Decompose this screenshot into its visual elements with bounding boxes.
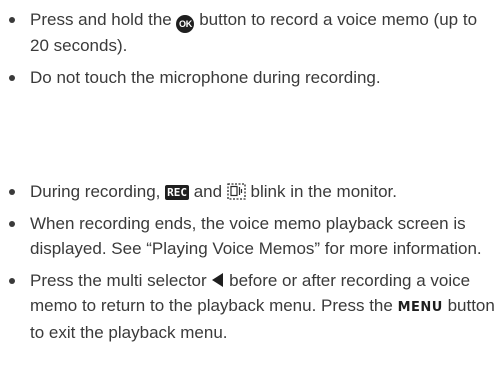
text-segment: During recording, (30, 182, 166, 201)
text-segment: Do not touch the microphone during recor… (30, 68, 381, 87)
recording-steps-list: Press and hold the OK button to record a… (0, 7, 480, 90)
text-segment: Press the multi selector (30, 271, 212, 290)
text-segment: Press and hold the (30, 10, 177, 29)
bullet-dot (9, 221, 15, 227)
bullet-dot (9, 75, 15, 81)
multi-selector-left-icon (212, 273, 224, 287)
text-segment: and (189, 182, 227, 201)
list-item-return-menu: Press the multi selector before or after… (0, 268, 496, 345)
list-item-recording-indicators: During recording, REC and blink in the m… (0, 179, 496, 204)
menu-button-icon: MENU (397, 300, 443, 315)
text-segment: When recording ends, the voice memo play… (30, 214, 482, 258)
recording-notes-list: During recording, REC and blink in the m… (0, 179, 496, 345)
list-item-recording-ends: When recording ends, the voice memo play… (0, 211, 496, 261)
bullet-dot (9, 17, 15, 23)
list-item-press-ok: Press and hold the OK button to record a… (0, 7, 480, 58)
rec-indicator-icon: REC (165, 185, 189, 200)
ok-button-icon: OK (176, 15, 195, 33)
voice-memo-icon (227, 183, 246, 200)
bullet-dot (9, 189, 15, 195)
text-segment: blink in the monitor. (245, 182, 398, 201)
bullet-dot (9, 278, 15, 284)
manual-page: Press and hold the OK button to record a… (0, 0, 502, 368)
list-item-microphone-warning: Do not touch the microphone during recor… (0, 65, 480, 90)
